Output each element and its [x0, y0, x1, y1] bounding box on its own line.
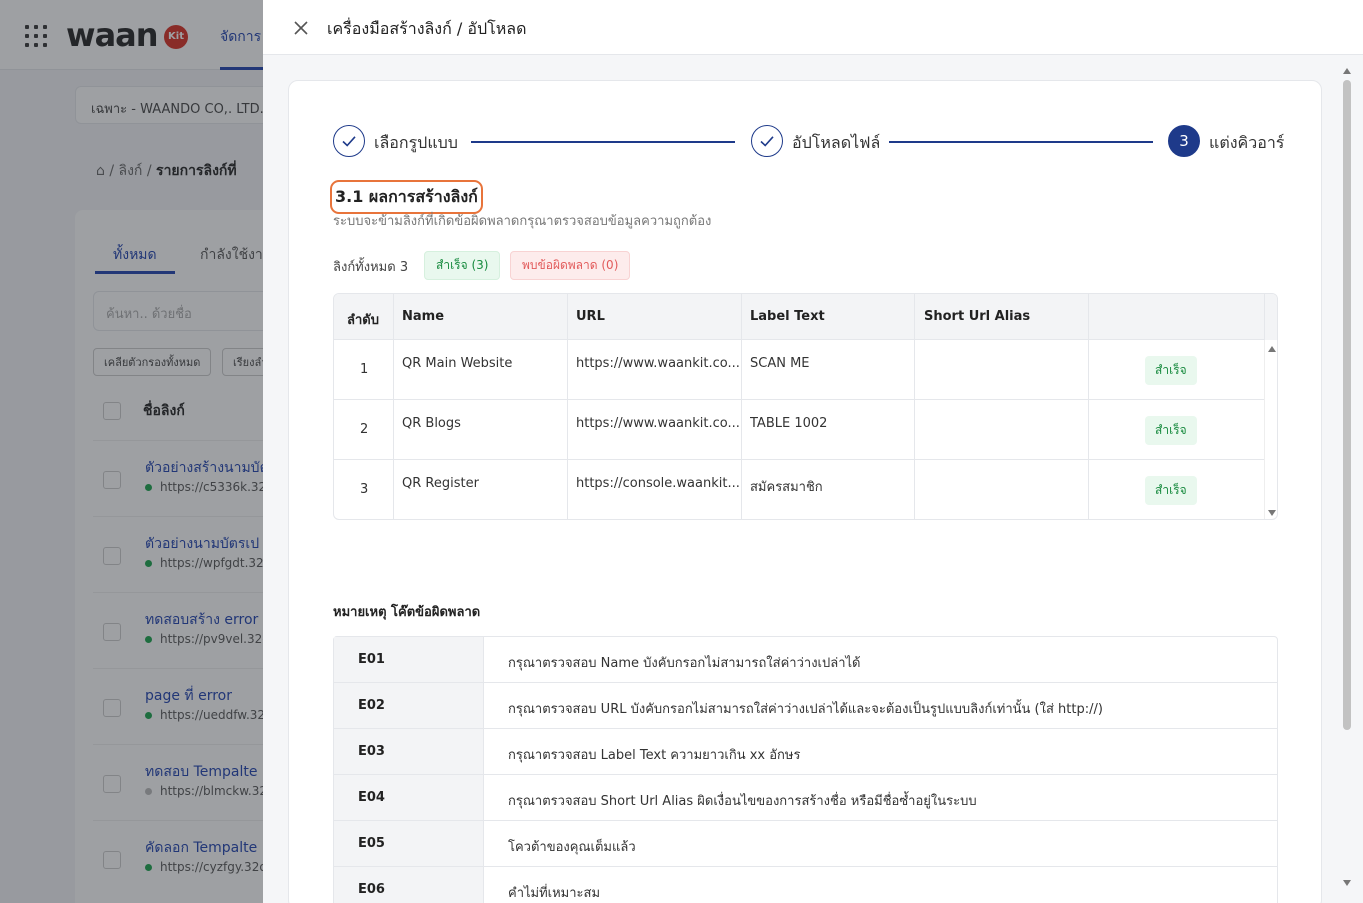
error-description: กรุณาตรวจสอบ URL บังคับกรอกไม่สามารถใส่ค… [508, 702, 1103, 717]
error-badge: พบข้อผิดพลาด (0) [510, 251, 631, 280]
results-table: ลำดับ Name URL Label Text Short Url Alia… [333, 293, 1278, 520]
close-icon[interactable] [290, 17, 312, 39]
col-no: ลำดับ [347, 313, 379, 328]
cell-name: QR Blogs [402, 416, 461, 431]
check-icon [751, 125, 783, 157]
error-description: กรุณาตรวจสอบ Name บังคับกรอกไม่สามารถใส่… [508, 656, 861, 671]
scroll-up-arrow-icon[interactable] [1343, 68, 1351, 74]
error-code-row: E03 กรุณาตรวจสอบ Label Text ความยาวเกิน … [334, 729, 1277, 775]
cell-name: QR Main Website [402, 356, 513, 371]
scroll-down-arrow-icon[interactable] [1268, 510, 1276, 516]
error-code-row: E06 คำไม่ที่เหมาะสม [334, 867, 1277, 903]
scroll-up-arrow-icon[interactable] [1268, 346, 1276, 352]
section-subtitle: ระบบจะข้ามลิงก์ที่เกิดข้อผิดพลาดกรุณาตรว… [333, 214, 712, 229]
error-codes-table: E01 กรุณาตรวจสอบ Name บังคับกรอกไม่สามาร… [333, 636, 1278, 903]
table-row: 3 QR Register https://console.waankit...… [334, 460, 1264, 519]
col-url: URL [576, 309, 605, 324]
column-divider [914, 294, 915, 519]
drawer-scrollbar[interactable] [1340, 64, 1354, 894]
error-code: E01 [334, 637, 484, 682]
table-row: 2 QR Blogs https://www.waankit.co... TAB… [334, 400, 1264, 460]
cell-no: 3 [360, 482, 369, 497]
error-code: E06 [334, 867, 484, 903]
table-row: 1 QR Main Website https://www.waankit.co… [334, 340, 1264, 400]
error-code-row: E05 โควต้าของคุณเต็มแล้ว [334, 821, 1277, 867]
column-divider [1088, 294, 1089, 519]
cell-url: https://www.waankit.co... [576, 416, 740, 431]
error-code-row: E04 กรุณาตรวจสอบ Short Url Alias ผิดเงื่… [334, 775, 1277, 821]
error-description: โควต้าของคุณเต็มแล้ว [508, 840, 636, 855]
cell-no: 1 [360, 362, 369, 377]
cell-url: https://www.waankit.co... [576, 356, 740, 371]
cell-label-text: SCAN ME [750, 356, 810, 371]
cell-url: https://console.waankit.... [576, 476, 740, 491]
step-connector [889, 141, 1153, 143]
step-number: 3 [1168, 125, 1200, 157]
cell-name: QR Register [402, 476, 479, 491]
result-panel: เลือกรูปแบบ อัปโหลดไฟล์ 3 แต่งคิวอาร์ 3.… [288, 80, 1322, 903]
error-code-row: E01 กรุณาตรวจสอบ Name บังคับกรอกไม่สามาร… [334, 637, 1277, 683]
step-label: เลือกรูปแบบ [374, 133, 458, 152]
error-code-row: E02 กรุณาตรวจสอบ URL บังคับกรอกไม่สามารถ… [334, 683, 1277, 729]
step-label: อัปโหลดไฟล์ [792, 133, 881, 152]
drawer-header: เครื่องมือสร้างลิงก์ / อัปโหลด [263, 0, 1363, 55]
error-description: กรุณาตรวจสอบ Label Text ความยาวเกิน xx อ… [508, 748, 801, 763]
column-divider [393, 294, 394, 519]
col-label-text: Label Text [750, 309, 825, 324]
cell-label-text: TABLE 1002 [750, 416, 828, 431]
table-header: ลำดับ Name URL Label Text Short Url Alia… [334, 294, 1277, 340]
check-icon [333, 125, 365, 157]
table-scrollbar[interactable] [1264, 340, 1277, 519]
error-code: E02 [334, 683, 484, 728]
col-short-url-alias: Short Url Alias [924, 309, 1031, 324]
total-links: ลิงก์ทั้งหมด 3 [333, 260, 409, 275]
error-description: กรุณาตรวจสอบ Short Url Alias ผิดเงื่อนไข… [508, 794, 977, 809]
section-title: 3.1 ผลการสร้างลิงก์ [330, 180, 483, 214]
scroll-down-arrow-icon[interactable] [1343, 880, 1351, 886]
table-header-scroll-spacer [1264, 294, 1277, 340]
column-divider [567, 294, 568, 519]
status-badge: สำเร็จ [1145, 356, 1197, 385]
error-code: E03 [334, 729, 484, 774]
error-description: คำไม่ที่เหมาะสม [508, 886, 601, 901]
upload-drawer: เครื่องมือสร้างลิงก์ / อัปโหลด เลือกรูปแ… [263, 0, 1363, 903]
error-code: E04 [334, 775, 484, 820]
column-divider [741, 294, 742, 519]
col-name: Name [402, 309, 445, 324]
step-connector [471, 141, 735, 143]
error-codes-title: หมายเหตุ โค๊ตข้อผิดพลาด [333, 605, 481, 620]
scrollbar-thumb[interactable] [1343, 80, 1351, 730]
cell-no: 2 [360, 422, 369, 437]
drawer-title: เครื่องมือสร้างลิงก์ / อัปโหลด [327, 19, 527, 38]
status-badge: สำเร็จ [1145, 416, 1197, 445]
error-code: E05 [334, 821, 484, 866]
cell-label-text: สมัครสมาชิก [750, 480, 823, 495]
step-label: แต่งคิวอาร์ [1209, 133, 1285, 152]
success-badge: สำเร็จ (3) [424, 251, 501, 280]
status-badge: สำเร็จ [1145, 476, 1197, 505]
